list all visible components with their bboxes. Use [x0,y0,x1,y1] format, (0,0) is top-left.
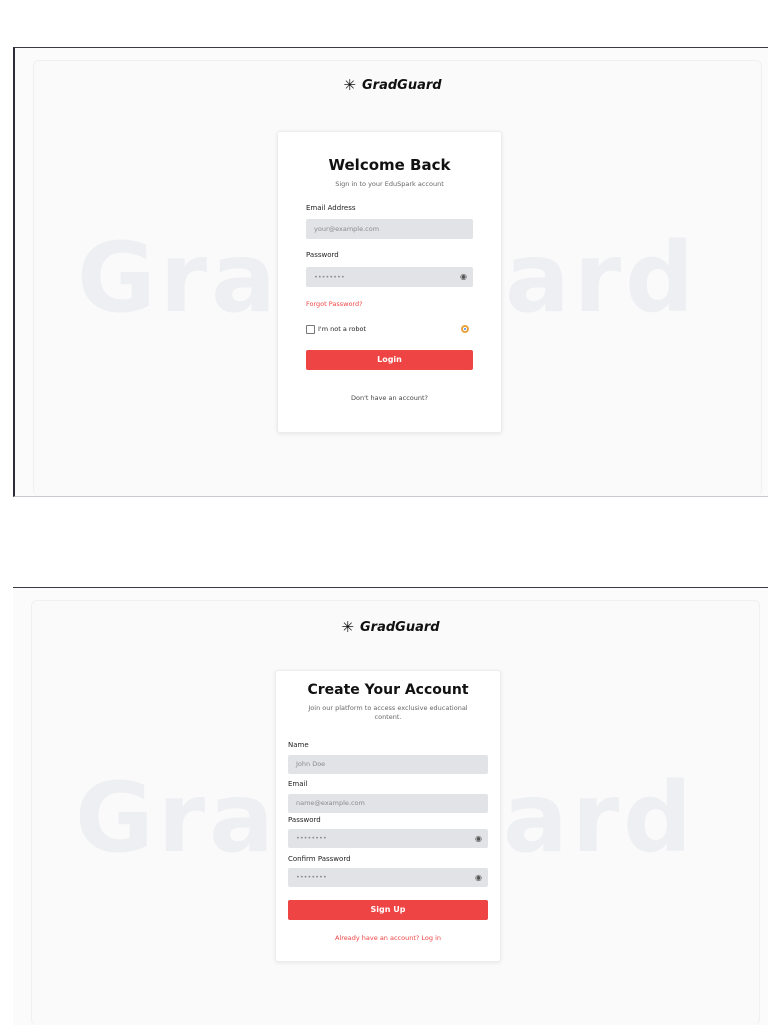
email-label: Email [288,780,308,788]
page-subtitle: Join our platform to access exclusive ed… [308,704,468,721]
signup-screen: Gra ard ✳ GradGuard Create Your Account J… [13,587,768,1025]
password-label: Password [288,816,321,824]
confirm-password-label: Confirm Password [288,855,351,863]
page-title: Create Your Account [307,682,469,698]
captcha-checkbox[interactable] [306,325,315,334]
forgot-password-link[interactable]: Forgot Password? [306,300,363,308]
password-value: •••••••• [314,273,345,281]
page-subtitle: Sign in to your EduSpark account [335,180,444,188]
name-field[interactable]: John Doe [288,755,488,774]
brand-logo[interactable]: ✳ GradGuard [15,76,768,94]
eye-icon[interactable]: ◉ [460,267,467,287]
email-field[interactable]: your@example.com [306,219,473,239]
brand-logo[interactable]: ✳ GradGuard [13,618,768,636]
brand-name: GradGuard [362,78,442,93]
email-field[interactable]: name@example.com [288,794,488,813]
recaptcha-icon [461,325,469,333]
watermark-left: Gra [75,762,278,874]
signup-button[interactable]: Sign Up [288,900,488,920]
login-card: Welcome Back Sign in to your EduSpark ac… [277,131,502,433]
name-label: Name [288,741,309,749]
watermark-left: Gra [77,222,280,334]
password-field[interactable]: •••••••• ◉ [306,267,473,287]
password-label: Password [306,251,339,259]
captcha-label: I'm not a robot [318,325,367,333]
eye-icon[interactable]: ◉ [475,829,482,848]
asterisk-logo-icon: ✳ [341,618,354,636]
signup-prompt-link[interactable]: Don't have an account? [278,394,501,402]
watermark-right: ard [503,762,696,874]
password-field[interactable]: •••••••• ◉ [288,829,488,848]
confirm-password-field[interactable]: •••••••• ◉ [288,868,488,887]
confirm-password-value: •••••••• [296,873,327,881]
password-value: •••••••• [296,834,327,842]
login-prompt-link[interactable]: Already have an account? Log in [276,934,500,942]
asterisk-logo-icon: ✳ [343,76,356,94]
brand-name: GradGuard [360,620,440,635]
watermark-right: ard [505,222,698,334]
email-label: Email Address [306,204,356,212]
eye-icon[interactable]: ◉ [475,868,482,887]
login-screen: Gra ard ✳ GradGuard Welcome Back Sign in … [13,47,768,497]
login-button[interactable]: Login [306,350,473,370]
page-title: Welcome Back [328,156,451,174]
signup-card: Create Your Account Join our platform to… [275,670,501,962]
